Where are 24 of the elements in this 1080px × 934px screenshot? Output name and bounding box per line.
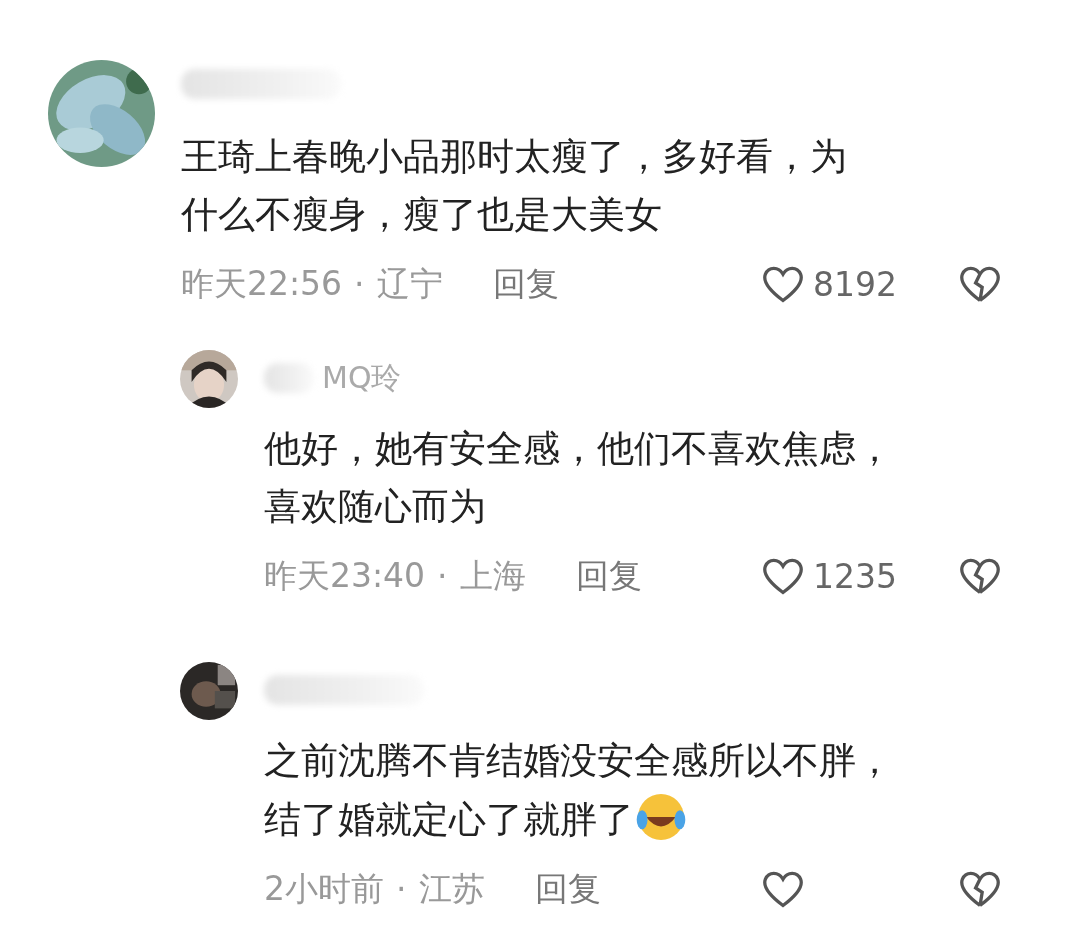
comment-time: 2小时前 <box>264 867 384 910</box>
broken-heart-icon[interactable] <box>958 869 1002 909</box>
separator-dot: · <box>396 869 407 909</box>
like-count: 8192 <box>813 264 897 304</box>
reply-button[interactable]: 回复 <box>534 866 601 912</box>
comment-location: 江苏 <box>418 867 485 910</box>
heart-icon[interactable] <box>761 264 805 304</box>
comment-time: 昨天23:40 <box>264 554 426 597</box>
comment-location: 辽宁 <box>376 262 443 305</box>
broken-heart-icon[interactable] <box>958 264 1002 304</box>
user-name: MQ玲 <box>322 358 402 397</box>
separator-dot: · <box>354 264 365 304</box>
heart-icon[interactable] <box>761 869 805 909</box>
separator-dot: · <box>437 556 448 596</box>
comment-time: 昨天22:56 <box>181 262 343 305</box>
comment-text: 王琦上春晚小品那时太瘦了，多好看，为 什么不瘦身，瘦了也是大美女 <box>181 134 848 238</box>
heart-icon[interactable] <box>761 556 805 596</box>
reply-button[interactable]: 回复 <box>492 261 559 307</box>
comment-text: 之前沈腾不肯结婚没安全感所以不胖， 结了婚就定心了就胖了 <box>264 732 1002 849</box>
reply-button[interactable]: 回复 <box>575 553 642 599</box>
broken-heart-icon[interactable] <box>958 556 1002 596</box>
comment-text: 他好，她有安全感，他们不喜欢焦虑， 喜欢随心而为 <box>264 426 894 530</box>
like-count: 1235 <box>813 556 897 596</box>
comment-location: 上海 <box>459 554 526 597</box>
